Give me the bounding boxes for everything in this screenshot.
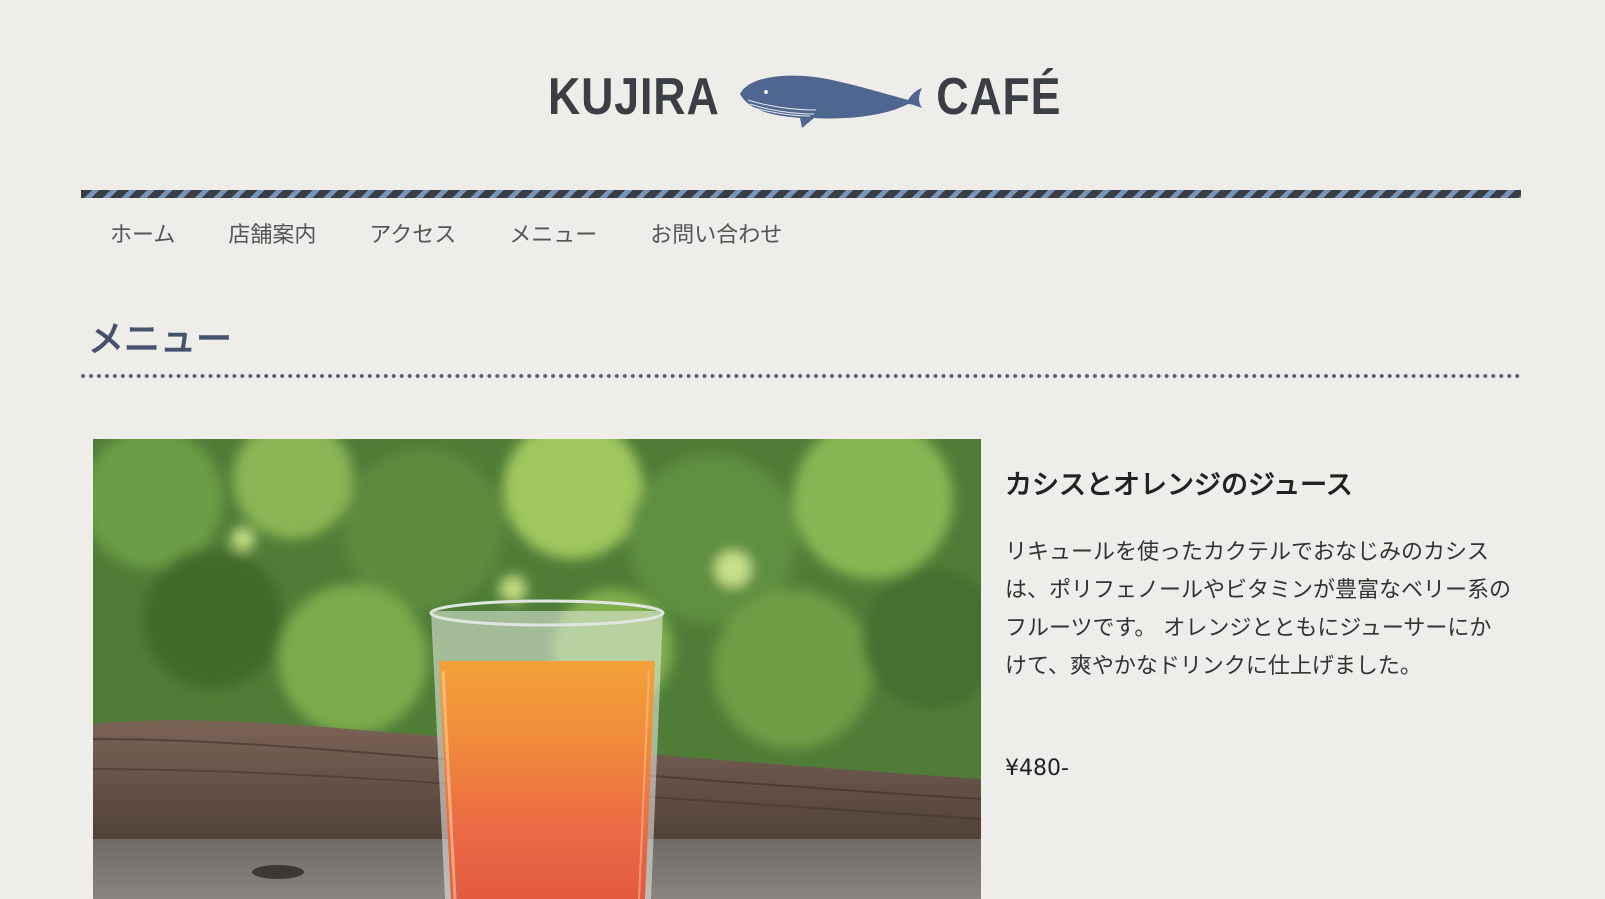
page: KUJIRA CAFÉ ホーム 店舗案内 アクセス メニュー お問い合わせ メニ… [0, 0, 1605, 899]
nav-item-menu[interactable]: メニュー [509, 216, 597, 256]
main-nav: ホーム 店舗案内 アクセス メニュー お問い合わせ [110, 216, 835, 256]
nav-item-contact[interactable]: お問い合わせ [650, 216, 782, 256]
menu-item-name: カシスとオレンジのジュース [1005, 470, 1353, 501]
page-title: メニュー [88, 319, 233, 360]
menu-item-photo [93, 439, 981, 899]
menu-item-price: ¥480- [1005, 756, 1069, 781]
menu-item-description: リキュールを使ったカクテルでおなじみのカシスは、ポリフェノールやビタミンが豊富な… [1005, 540, 1512, 679]
nav-item-access[interactable]: アクセス [369, 216, 456, 256]
nav-item-home[interactable]: ホーム [110, 216, 175, 256]
title-divider [81, 374, 1521, 378]
header-divider [81, 190, 1521, 198]
logo-text-left: KUJIRA [547, 68, 720, 126]
logo-text-right: CAFÉ [935, 68, 1061, 126]
nav-item-store-info[interactable]: 店舗案内 [228, 216, 316, 256]
site-logo[interactable]: KUJIRA CAFÉ [0, 62, 1605, 132]
whale-icon [739, 75, 922, 128]
